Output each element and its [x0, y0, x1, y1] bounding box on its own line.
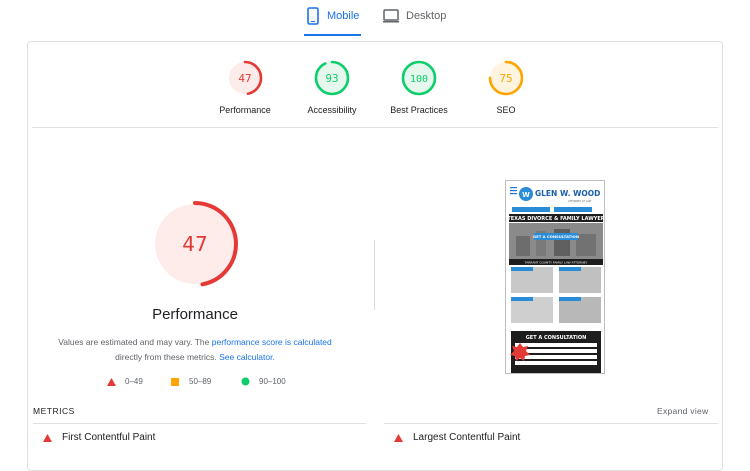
circle-icon	[241, 377, 250, 386]
device-tabs: Mobile Desktop	[0, 0, 750, 36]
performance-title: Performance	[152, 306, 238, 323]
svg-text:W: W	[522, 191, 530, 199]
triangle-icon	[43, 433, 52, 442]
site-form-title: GET A CONSULTATION	[526, 335, 587, 341]
smartphone-icon	[307, 7, 319, 25]
tab-mobile[interactable]: Mobile	[304, 7, 362, 36]
score-gauge: 93	[314, 60, 350, 96]
tab-label: Desktop	[406, 10, 447, 22]
performance-score: 47	[182, 232, 207, 256]
score-value: 75	[499, 72, 512, 85]
expand-view-button[interactable]: Expand view	[657, 406, 709, 416]
metrics-header: METRICS	[33, 406, 75, 416]
gauge-seo[interactable]: 75 SEO	[466, 59, 546, 115]
divider	[32, 127, 718, 128]
site-brand-sub: ATTORNEY AT LAW	[568, 199, 592, 203]
monitor-icon	[383, 9, 399, 23]
final-screenshot: W GLEN W. WOOD ATTORNEY AT LAW TEXAS DIV…	[505, 180, 605, 374]
score-gauge: 100	[401, 60, 437, 96]
score-value: 100	[410, 74, 428, 85]
score-value: 47	[238, 72, 251, 85]
gauge-label: Accessibility	[307, 105, 357, 115]
metric-fcp: First Contentful Paint	[43, 432, 155, 443]
divider	[33, 423, 366, 424]
score-calculated-link[interactable]: performance score is calculated	[212, 337, 332, 347]
gauge-label: SEO	[496, 105, 516, 115]
active-tab-indicator	[304, 34, 362, 36]
divider	[384, 423, 718, 424]
hamburger-icon	[510, 187, 517, 195]
site-brand: GLEN W. WOOD	[535, 189, 600, 198]
performance-gauge-large: 47	[152, 201, 238, 287]
tab-label: Mobile	[327, 10, 360, 22]
gauge-label: Performance	[219, 105, 271, 115]
tab-desktop[interactable]: Desktop	[383, 8, 446, 36]
gauge-label: Best Practices	[390, 105, 448, 115]
score-value: 93	[325, 72, 338, 85]
legend-pass: 90–100	[241, 377, 286, 386]
gauge-accessibility[interactable]: 93 Accessibility	[292, 59, 372, 115]
report-card	[27, 41, 723, 471]
divider	[374, 240, 375, 310]
score-gauge: 47	[227, 60, 263, 96]
triangle-icon	[394, 433, 403, 442]
site-headline: TEXAS DIVORCE & FAMILY LAWYER	[507, 216, 604, 222]
metric-label: Largest Contentful Paint	[413, 432, 521, 443]
metric-lcp: Largest Contentful Paint	[394, 432, 520, 443]
screenshot-page: W GLEN W. WOOD ATTORNEY AT LAW TEXAS DIV…	[507, 187, 604, 373]
gauge-performance[interactable]: 47 Performance	[205, 59, 285, 115]
triangle-icon	[107, 377, 116, 386]
see-calculator-link[interactable]: See calculator.	[219, 352, 275, 362]
square-icon	[171, 377, 179, 386]
gauge-best-practices[interactable]: 100 Best Practices	[379, 59, 459, 115]
site-subheading: TARRANT COUNTY FAMILY LAW ATTORNEY	[524, 261, 588, 265]
score-gauge: 75	[488, 60, 524, 96]
site-cta: GET A CONSULTATION	[533, 234, 579, 239]
performance-note: Values are estimated and may vary. The p…	[58, 337, 332, 362]
metric-label: First Contentful Paint	[62, 432, 156, 443]
legend-fail: 0–49	[107, 377, 143, 386]
legend-average: 50–89	[171, 377, 211, 386]
